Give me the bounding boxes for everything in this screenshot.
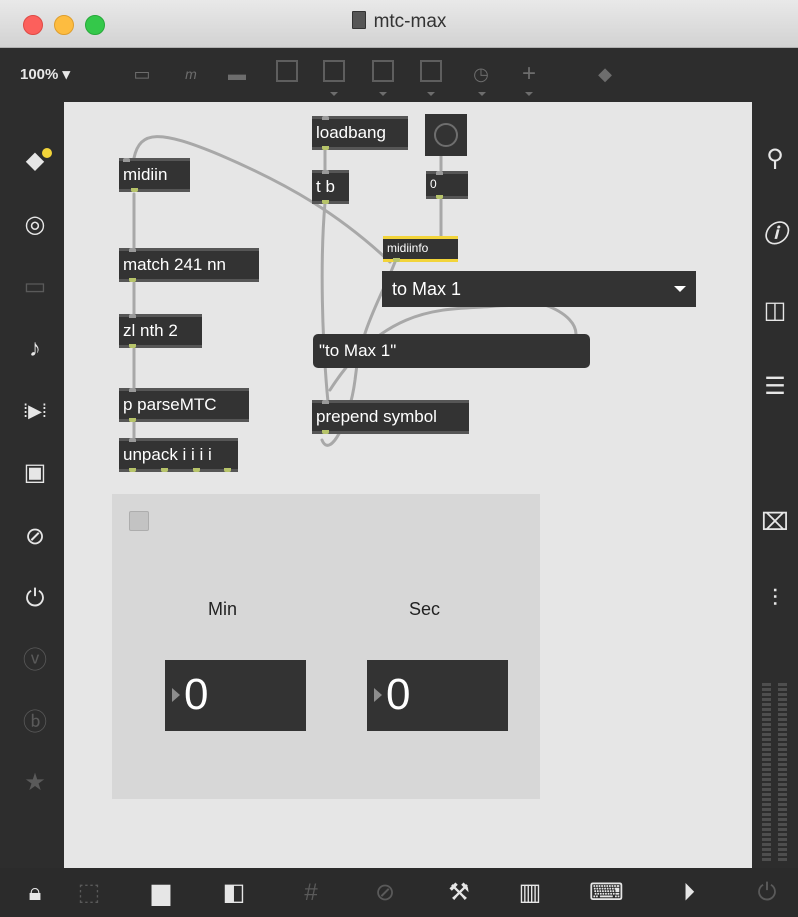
outlet[interactable] — [129, 278, 136, 282]
object-parsemtc-label: p parseMTC — [123, 395, 217, 414]
power-icon[interactable]: ⏻ — [752, 878, 782, 908]
object-loadbang[interactable]: loadbang — [312, 116, 408, 150]
inlet[interactable] — [129, 248, 136, 252]
inlet[interactable] — [322, 400, 329, 404]
seconds-value: 0 — [386, 670, 411, 719]
inlet[interactable] — [436, 171, 443, 175]
number-box-zero-value: 0 — [430, 177, 437, 191]
object-midiinfo[interactable]: midiinfo — [383, 236, 458, 262]
cord-tb-prepend — [320, 201, 330, 404]
lock-icon[interactable]: 🔒︎ — [20, 878, 50, 908]
minutes-number-box[interactable]: 0 — [165, 660, 306, 731]
presentation-icon[interactable]: ▆ — [146, 878, 176, 908]
chevron-down-icon — [674, 286, 686, 292]
outlet[interactable] — [436, 195, 443, 199]
piano-icon[interactable]: ▥ — [515, 878, 545, 908]
midi-port-menu-selected: to Max 1 — [392, 279, 462, 299]
object-midiin-label: midiin — [123, 165, 168, 184]
inlet[interactable] — [129, 314, 136, 318]
midi-port-menu[interactable]: to Max 1 — [382, 271, 696, 307]
number-box-arrow-icon — [374, 688, 382, 702]
bang-circle — [434, 123, 458, 147]
object-trigger[interactable]: t b — [312, 170, 349, 204]
outlet[interactable] — [129, 468, 136, 472]
outlet[interactable] — [322, 146, 329, 150]
outlet[interactable] — [322, 430, 329, 434]
keyboard-icon[interactable]: ⌨ — [589, 878, 624, 908]
toggle-checkbox[interactable] — [129, 511, 149, 531]
object-midiin[interactable]: midiin — [119, 158, 190, 192]
seconds-number-box[interactable]: 0 — [367, 660, 508, 731]
number-box-arrow-icon — [172, 688, 180, 702]
object-match-label: match 241 nn — [123, 255, 227, 274]
object-parsemtc[interactable]: p parseMTC — [119, 388, 249, 422]
sec-label: Sec — [409, 599, 441, 619]
object-unpack-label: unpack i i i i — [123, 445, 212, 464]
number-box-zero[interactable]: 0 — [426, 171, 468, 199]
min-label: Min — [208, 599, 238, 619]
inlet[interactable] — [123, 158, 130, 162]
display-panel — [112, 494, 540, 799]
play-icon[interactable]: ⏵ — [674, 878, 704, 908]
object-loadbang-label: loadbang — [316, 123, 386, 142]
object-match[interactable]: match 241 nn — [119, 248, 259, 282]
object-prepend[interactable]: prepend symbol — [312, 400, 469, 434]
outlet[interactable] — [193, 468, 200, 472]
grid-icon[interactable]: # — [296, 878, 326, 908]
outlet[interactable] — [224, 468, 231, 472]
select-icon[interactable]: ⬚ — [74, 878, 104, 908]
inlet[interactable] — [129, 388, 136, 392]
inlet[interactable] — [129, 438, 136, 442]
minutes-value: 0 — [184, 670, 209, 719]
object-midiinfo-label: midiinfo — [387, 241, 429, 255]
outlet[interactable] — [131, 188, 138, 192]
object-zl-nth-label: zl nth 2 — [123, 321, 178, 340]
object-trigger-label: t b — [316, 177, 335, 196]
outlet[interactable] — [393, 258, 400, 262]
outlet[interactable] — [161, 468, 168, 472]
paperclip-plus-icon[interactable]: ⊘ — [370, 878, 400, 908]
outlet[interactable] — [129, 418, 136, 422]
cord-midiin-feedback — [132, 135, 392, 264]
message-to-max-text: "to Max 1" — [319, 341, 397, 360]
inlet[interactable] — [322, 170, 329, 174]
object-prepend-label: prepend symbol — [316, 407, 437, 426]
bottom-toolbar: 🔒︎ ⬚ ▆ ◧ # ⊘ ⚒ ▥ ⌨ ⏵ ⏻ — [0, 868, 798, 917]
bang-button[interactable] — [425, 114, 467, 156]
message-to-max[interactable]: "to Max 1" — [313, 334, 590, 368]
outlet[interactable] — [322, 200, 329, 204]
outlet[interactable] — [129, 344, 136, 348]
inlet[interactable] — [322, 116, 329, 120]
object-unpack[interactable]: unpack i i i i — [119, 438, 238, 472]
stack-icon[interactable]: ◧ — [219, 878, 249, 908]
wrench-icon[interactable]: ⚒ — [444, 878, 474, 908]
object-zl-nth[interactable]: zl nth 2 — [119, 314, 202, 348]
